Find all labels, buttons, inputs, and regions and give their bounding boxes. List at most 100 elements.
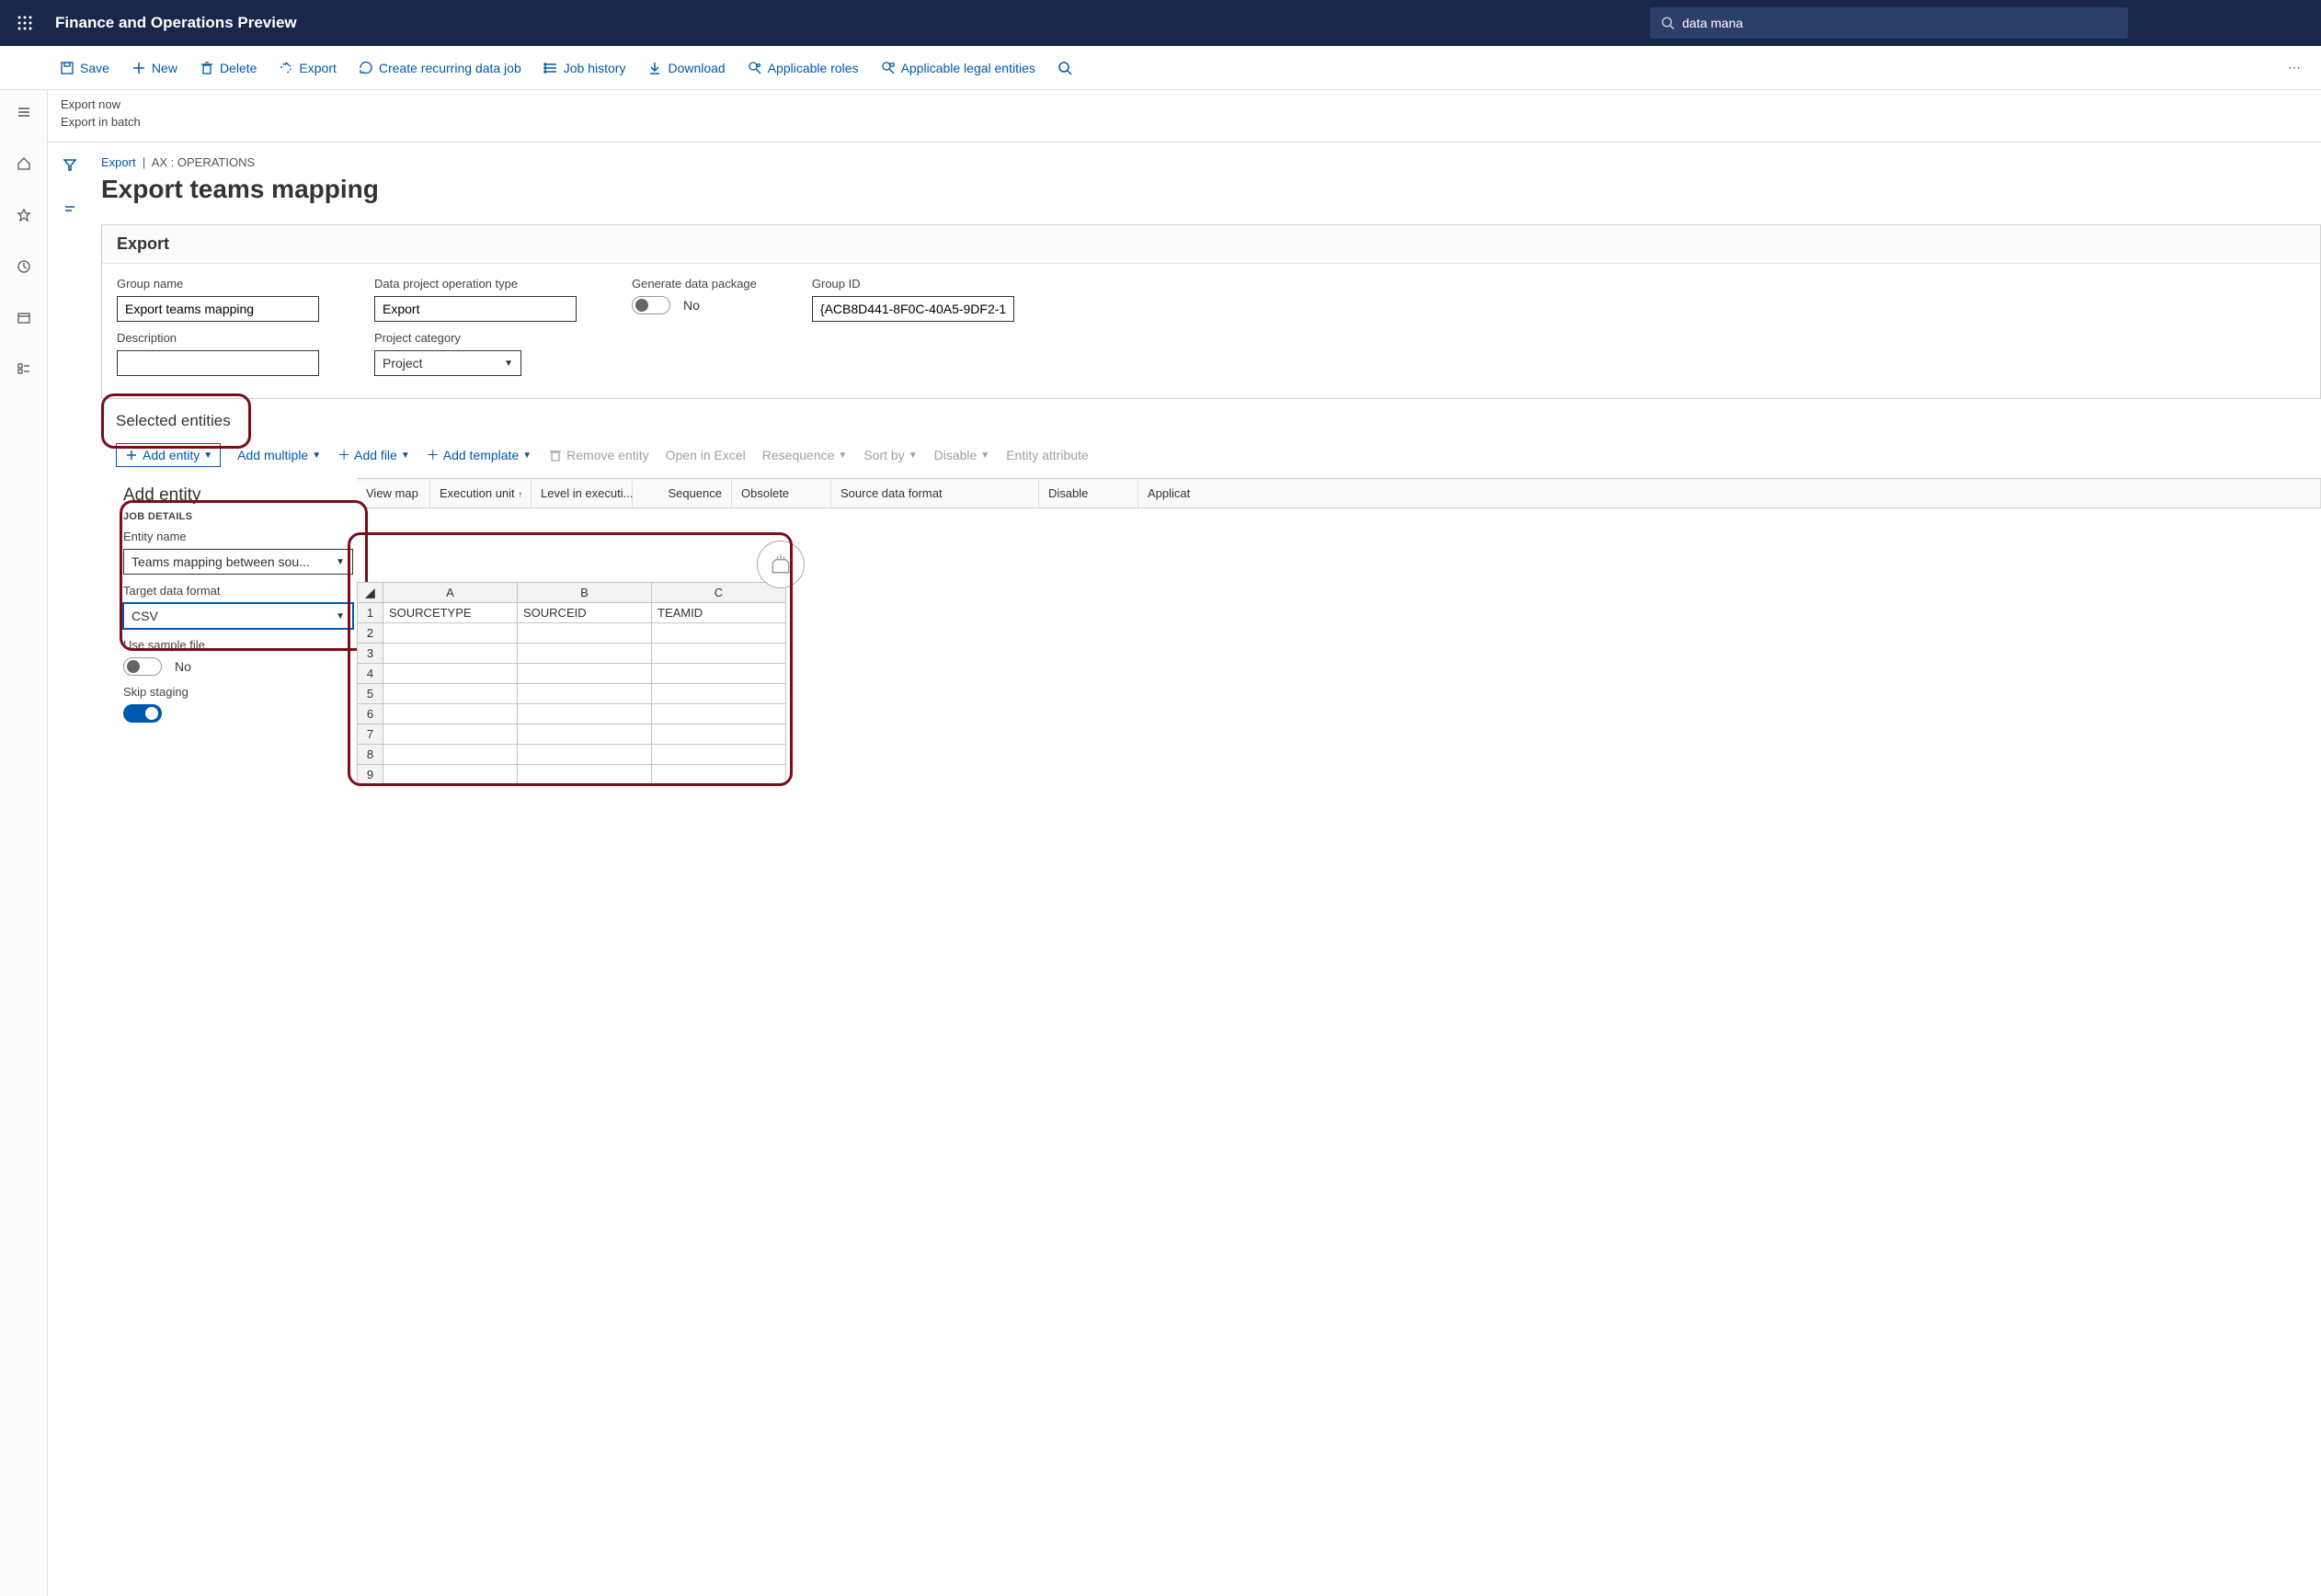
disable-button[interactable]: Disable▼ bbox=[934, 448, 990, 462]
recent-icon[interactable] bbox=[7, 250, 40, 283]
export-now-link[interactable]: Export now bbox=[61, 96, 2312, 113]
list-icon bbox=[543, 61, 558, 75]
group-id-label: Group ID bbox=[812, 277, 1014, 291]
add-entity-panel: Add entity JOB DETAILS Entity name Teams… bbox=[110, 485, 366, 730]
add-file-button[interactable]: ＋Add file▼ bbox=[337, 446, 410, 464]
col-obsolete[interactable]: Obsolete bbox=[732, 479, 831, 507]
group-name-input[interactable] bbox=[117, 296, 319, 322]
gen-pkg-value: No bbox=[683, 298, 700, 313]
gen-pkg-label: Generate data package bbox=[632, 277, 757, 291]
cell-a1[interactable]: SOURCETYPE bbox=[383, 603, 518, 623]
hamburger-icon[interactable] bbox=[7, 96, 40, 129]
add-template-button[interactable]: ＋Add template▼ bbox=[427, 446, 532, 464]
job-details-label: JOB DETAILS bbox=[110, 511, 366, 522]
applicable-le-button[interactable]: Applicable legal entities bbox=[872, 55, 1045, 81]
op-type-label: Data project operation type bbox=[374, 277, 577, 291]
gen-pkg-toggle[interactable] bbox=[632, 296, 670, 314]
row-5[interactable]: 5 bbox=[358, 684, 383, 704]
entity-attribute-button[interactable]: Entity attribute bbox=[1006, 448, 1089, 462]
sheet-corner[interactable]: ◢ bbox=[358, 583, 383, 603]
row-8[interactable]: 8 bbox=[358, 745, 383, 765]
description-input[interactable] bbox=[117, 350, 319, 376]
download-icon bbox=[647, 61, 662, 75]
filter-icon[interactable] bbox=[63, 157, 77, 175]
cell-c1[interactable]: TEAMID bbox=[652, 603, 786, 623]
col-level[interactable]: Level in executi... bbox=[532, 479, 633, 507]
resequence-button[interactable]: Resequence▼ bbox=[762, 448, 848, 462]
roles-icon bbox=[748, 61, 762, 75]
row-7[interactable]: 7 bbox=[358, 724, 383, 745]
row-4[interactable]: 4 bbox=[358, 664, 383, 684]
search-input[interactable] bbox=[1682, 16, 2117, 30]
related-icon[interactable] bbox=[63, 202, 77, 220]
open-excel-button[interactable]: Open in Excel bbox=[666, 448, 746, 462]
chevron-down-icon: ▼ bbox=[336, 557, 345, 567]
command-bar: Save New Delete Export Create recurring … bbox=[0, 46, 2321, 90]
col-source-format[interactable]: Source data format bbox=[831, 479, 1039, 507]
legal-entities-icon bbox=[881, 61, 896, 75]
breadcrumb: Export | AX : OPERATIONS bbox=[101, 155, 2321, 169]
plus-icon bbox=[131, 61, 146, 75]
search-command-button[interactable] bbox=[1048, 55, 1081, 81]
export-section: Export Group name Description bbox=[101, 224, 2321, 399]
use-sample-toggle[interactable] bbox=[123, 657, 162, 676]
export-section-header: Export bbox=[102, 225, 2320, 264]
row-6[interactable]: 6 bbox=[358, 704, 383, 724]
row-9[interactable]: 9 bbox=[358, 765, 383, 785]
breadcrumb-export-link[interactable]: Export bbox=[101, 155, 136, 169]
global-search[interactable] bbox=[1650, 7, 2128, 39]
col-application[interactable]: Applicat bbox=[1138, 479, 2321, 507]
job-history-button[interactable]: Job history bbox=[534, 55, 635, 81]
skip-staging-label: Skip staging bbox=[123, 685, 353, 699]
entity-name-select[interactable]: Teams mapping between sou... ▼ bbox=[123, 549, 353, 575]
export-batch-link[interactable]: Export in batch bbox=[61, 113, 2312, 131]
add-entity-button[interactable]: Add entity ▼ bbox=[116, 443, 221, 467]
save-button[interactable]: Save bbox=[51, 55, 119, 81]
cell-b1[interactable]: SOURCEID bbox=[518, 603, 652, 623]
col-execution-unit[interactable]: Execution unit ↑ bbox=[430, 479, 532, 507]
col-a[interactable]: A bbox=[383, 583, 518, 603]
workspaces-icon[interactable] bbox=[7, 302, 40, 335]
row-3[interactable]: 3 bbox=[358, 644, 383, 664]
selected-entities-title: Selected entities bbox=[101, 408, 2321, 438]
group-id-input[interactable] bbox=[812, 296, 1014, 322]
col-sequence[interactable]: Sequence bbox=[633, 479, 732, 507]
add-entity-title: Add entity bbox=[110, 485, 366, 511]
export-button[interactable]: Export bbox=[269, 55, 345, 81]
row-2[interactable]: 2 bbox=[358, 623, 383, 644]
applicable-roles-button[interactable]: Applicable roles bbox=[738, 55, 868, 81]
sortby-button[interactable]: Sort by▼ bbox=[863, 448, 917, 462]
modules-icon[interactable] bbox=[7, 353, 40, 386]
overflow-menu[interactable]: ⋯ bbox=[2277, 54, 2312, 81]
export-icon bbox=[279, 61, 293, 75]
new-button[interactable]: New bbox=[122, 55, 187, 81]
entity-name-label: Entity name bbox=[123, 530, 353, 543]
add-multiple-button[interactable]: Add multiple▼ bbox=[237, 448, 321, 462]
recurring-icon bbox=[359, 61, 373, 75]
col-c[interactable]: C bbox=[652, 583, 786, 603]
use-sample-label: Use sample file bbox=[123, 638, 353, 652]
trash-icon bbox=[200, 61, 214, 75]
entity-grid-header: View map Execution unit ↑ Level in execu… bbox=[357, 478, 2321, 508]
proj-cat-select[interactable]: Project ▼ bbox=[374, 350, 521, 376]
chevron-down-icon: ▼ bbox=[203, 450, 212, 461]
skip-staging-toggle[interactable] bbox=[123, 704, 162, 723]
remove-entity-button[interactable]: Remove entity bbox=[548, 448, 648, 462]
col-viewmap[interactable]: View map bbox=[357, 479, 430, 507]
empty-data-icon bbox=[757, 541, 805, 588]
favorites-icon[interactable] bbox=[7, 199, 40, 232]
delete-button[interactable]: Delete bbox=[190, 55, 266, 81]
save-icon bbox=[60, 61, 74, 75]
home-icon[interactable] bbox=[7, 147, 40, 180]
col-b[interactable]: B bbox=[518, 583, 652, 603]
create-recurring-button[interactable]: Create recurring data job bbox=[349, 55, 531, 81]
row-1[interactable]: 1 bbox=[358, 603, 383, 623]
csv-preview-sheet: ◢ A B C 1SOURCETYPESOURCEIDTEAMID 2 3 4 … bbox=[357, 582, 786, 785]
col-disable[interactable]: Disable bbox=[1039, 479, 1138, 507]
download-button[interactable]: Download bbox=[638, 55, 734, 81]
group-name-label: Group name bbox=[117, 277, 319, 291]
op-type-input[interactable] bbox=[374, 296, 577, 322]
app-launcher[interactable] bbox=[9, 7, 40, 39]
target-fmt-select[interactable]: CSV ▼ bbox=[123, 603, 353, 629]
nav-rail bbox=[0, 90, 48, 1596]
